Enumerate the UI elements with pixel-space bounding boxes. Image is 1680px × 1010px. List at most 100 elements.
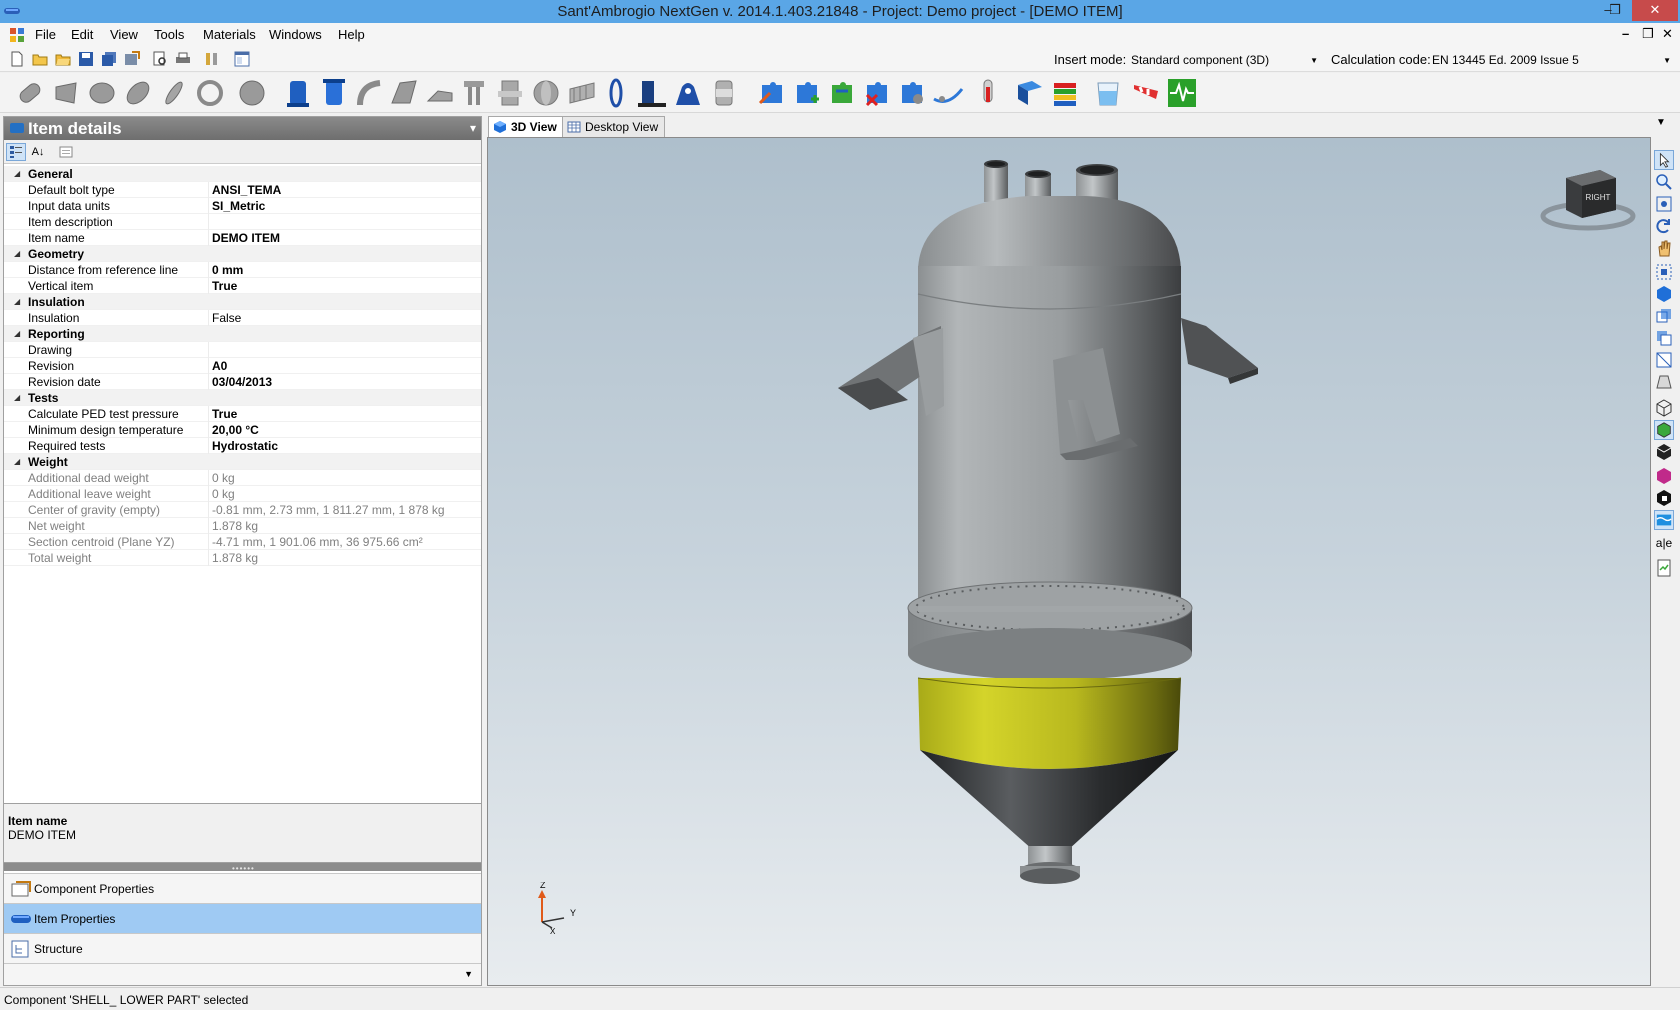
property-value[interactable]: DEMO ITEM: [212, 231, 280, 245]
property-row[interactable]: Minimum design temperature 20,00 °C: [4, 422, 481, 438]
skirt-icon[interactable]: [672, 77, 704, 109]
window-layout-icon[interactable]: [234, 51, 250, 67]
new-file-icon[interactable]: [9, 51, 25, 67]
manual-book-icon[interactable]: [1014, 77, 1046, 109]
collapse-triangle-icon[interactable]: ◢: [14, 249, 20, 258]
sphere-icon[interactable]: [236, 77, 268, 109]
collapse-triangle-icon[interactable]: ◢: [14, 329, 20, 338]
front-view-icon[interactable]: [1654, 306, 1674, 326]
menu-help[interactable]: Help: [338, 27, 365, 42]
nav-item-properties[interactable]: Item Properties: [4, 903, 481, 933]
print-preview-icon[interactable]: [152, 51, 168, 67]
property-value[interactable]: False: [212, 311, 241, 325]
tab-3d-view[interactable]: 3D View: [488, 116, 564, 137]
save-icon[interactable]: [78, 51, 94, 67]
material-view-icon[interactable]: [1654, 466, 1674, 486]
property-row[interactable]: Required tests Hydrostatic: [4, 438, 481, 454]
fluid-container-icon[interactable]: [1092, 77, 1124, 109]
property-row[interactable]: Total weight 1.878 kg: [4, 550, 481, 566]
restore-button[interactable]: ❒: [1600, 0, 1630, 21]
property-row[interactable]: Section centroid (Plane YZ) -4.71 mm, 1 9…: [4, 534, 481, 550]
vessel-blue-icon[interactable]: [282, 77, 314, 109]
tab-overflow-icon[interactable]: ▼: [1656, 117, 1666, 128]
puzzle-delete-icon[interactable]: [861, 77, 893, 109]
support-icon[interactable]: [424, 77, 456, 109]
leg-support-icon[interactable]: [458, 77, 490, 109]
menu-windows[interactable]: Windows: [269, 27, 322, 42]
water-fill-icon[interactable]: [1654, 510, 1674, 530]
saddle-icon[interactable]: [636, 77, 668, 109]
vessel-blue-2-icon[interactable]: [318, 77, 350, 109]
property-row[interactable]: Insulation False: [4, 310, 481, 326]
property-row[interactable]: Input data units SI_Metric: [4, 198, 481, 214]
property-value[interactable]: ANSI_TEMA: [212, 183, 281, 197]
thin-shell-icon[interactable]: [158, 77, 190, 109]
property-value[interactable]: -4.71 mm, 1 901.06 mm, 36 975.66 cm²: [212, 535, 423, 549]
new-folder-icon[interactable]: [32, 51, 48, 67]
collapse-triangle-icon[interactable]: ◢: [14, 457, 20, 466]
cone-shell-icon[interactable]: [50, 77, 82, 109]
view-navigation-cube[interactable]: RIGHT: [1540, 166, 1640, 238]
bellows-icon[interactable]: [566, 77, 598, 109]
property-row[interactable]: Item description: [4, 214, 481, 230]
category-insulation[interactable]: ◢ Insulation: [4, 294, 481, 310]
select-pointer-icon[interactable]: [1654, 150, 1674, 170]
insert-mode-select[interactable]: Standard component (3D) ▼: [1126, 49, 1322, 70]
pan-hand-icon[interactable]: [1654, 238, 1674, 258]
category-general[interactable]: ◢ General: [4, 166, 481, 182]
property-value[interactable]: True: [212, 407, 237, 421]
property-row[interactable]: Item name DEMO ITEM: [4, 230, 481, 246]
wireframe-icon[interactable]: [1654, 398, 1674, 418]
puzzle-edit-icon[interactable]: [756, 77, 788, 109]
category-reporting[interactable]: ◢ Reporting: [4, 326, 481, 342]
bent-shell-icon[interactable]: [122, 77, 154, 109]
menu-file[interactable]: File: [35, 27, 56, 42]
property-value[interactable]: 1.878 kg: [212, 519, 258, 533]
property-value[interactable]: 0 mm: [212, 263, 243, 277]
rotate-icon[interactable]: [1654, 216, 1674, 236]
seismic-icon[interactable]: [1166, 77, 1198, 109]
property-row[interactable]: Center of gravity (empty) -0.81 mm, 2.73 …: [4, 502, 481, 518]
property-pages-button[interactable]: [56, 143, 76, 161]
blue-ring-icon[interactable]: [600, 77, 632, 109]
property-row[interactable]: Additional leave weight 0 kg: [4, 486, 481, 502]
elbow-icon[interactable]: [86, 77, 118, 109]
alphabetical-sort-button[interactable]: A↓: [28, 143, 48, 161]
zoom-extents-icon[interactable]: [1654, 194, 1674, 214]
cylinder-shell-icon[interactable]: [14, 77, 46, 109]
settings-tools-icon[interactable]: [204, 51, 220, 67]
fit-view-icon[interactable]: [1654, 262, 1674, 282]
property-value[interactable]: 03/04/2013: [212, 375, 272, 389]
property-row[interactable]: Revision date 03/04/2013: [4, 374, 481, 390]
tab-desktop-view[interactable]: Desktop View: [562, 116, 666, 137]
calculation-code-select[interactable]: EN 13445 Ed. 2009 Issue 5 ▼: [1427, 49, 1675, 70]
flange-icon[interactable]: [530, 77, 562, 109]
panel-splitter[interactable]: ••••••: [4, 863, 481, 873]
perspective-icon[interactable]: [1654, 372, 1674, 392]
wind-sock-icon[interactable]: [1130, 77, 1162, 109]
collapse-triangle-icon[interactable]: ◢: [14, 297, 20, 306]
property-row[interactable]: Vertical item True: [4, 278, 481, 294]
property-value[interactable]: SI_Metric: [212, 199, 265, 213]
property-row[interactable]: Distance from reference line 0 mm: [4, 262, 481, 278]
nozzle-icon[interactable]: [494, 77, 526, 109]
property-row[interactable]: Default bolt type ANSI_TEMA: [4, 182, 481, 198]
puzzle-green-icon[interactable]: [826, 77, 858, 109]
collapse-triangle-icon[interactable]: ◢: [14, 169, 20, 178]
panel-menu-icon[interactable]: ▾: [470, 121, 476, 135]
text-annotation-tool[interactable]: a|e: [1654, 534, 1674, 554]
pressure-vessel-model[interactable]: [488, 138, 1651, 986]
property-value[interactable]: 20,00 °C: [212, 423, 259, 437]
category-tests[interactable]: ◢ Tests: [4, 390, 481, 406]
property-row[interactable]: Drawing: [4, 342, 481, 358]
solid-view-icon[interactable]: [1654, 442, 1674, 462]
menu-materials[interactable]: Materials: [203, 27, 256, 42]
shaded-view-icon[interactable]: [1654, 420, 1674, 440]
property-value[interactable]: 0 kg: [212, 471, 235, 485]
property-row[interactable]: Calculate PED test pressure True: [4, 406, 481, 422]
pipe-bend-icon[interactable]: [354, 77, 386, 109]
property-row[interactable]: Additional dead weight 0 kg: [4, 470, 481, 486]
nav-structure[interactable]: Structure: [4, 933, 481, 963]
close-button[interactable]: ✕: [1632, 0, 1678, 21]
ring-icon[interactable]: [194, 77, 226, 109]
